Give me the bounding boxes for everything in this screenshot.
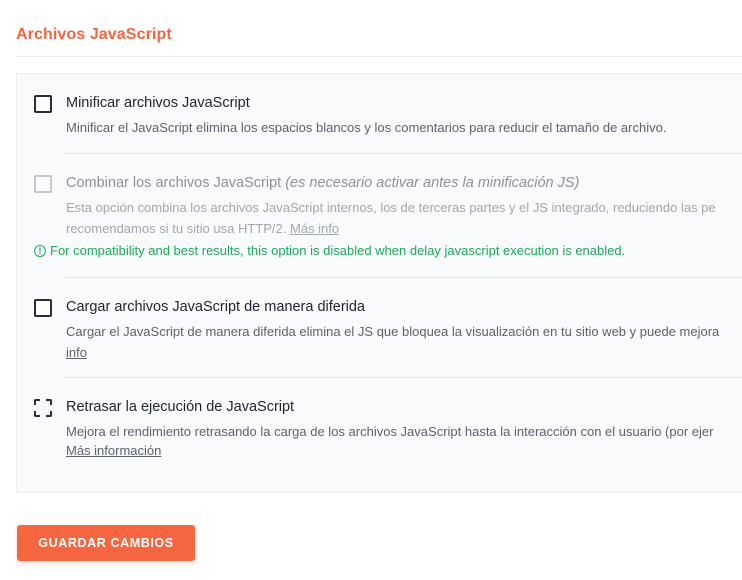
option-divider: [65, 377, 742, 378]
save-changes-button[interactable]: GUARDAR CAMBIOS: [17, 525, 195, 561]
delay-js-checkbox[interactable]: [34, 399, 52, 417]
defer-js-more-info-link[interactable]: info: [66, 345, 87, 360]
minify-js-checkbox[interactable]: [34, 95, 52, 113]
option-divider: [65, 277, 742, 278]
defer-js-checkbox[interactable]: [34, 299, 52, 317]
combine-js-checkbox[interactable]: [34, 175, 52, 193]
combine-js-description: Esta opción combina los archivos JavaScr…: [66, 200, 716, 215]
options-panel: Minificar archivos JavaScript Minificar …: [16, 73, 742, 493]
minify-js-description: Minificar el JavaScript elimina los espa…: [66, 120, 667, 135]
title-divider: [16, 56, 742, 57]
delay-js-description-2: Más información: [66, 440, 742, 462]
combine-js-label-note: (es necesario activar antes la minificac…: [285, 175, 580, 191]
minify-js-label[interactable]: Minificar archivos JavaScript: [66, 95, 250, 111]
defer-js-description: Cargar el JavaScript de manera diferida …: [66, 324, 720, 339]
combine-js-warning: ! For compatibility and best results, th…: [34, 243, 625, 258]
defer-js-label[interactable]: Cargar archivos JavaScript de manera dif…: [66, 299, 365, 315]
combine-js-description-text: recomendamos si tu sitio usa HTTP/2.: [66, 221, 287, 236]
combine-js-more-info-link[interactable]: Más info: [290, 221, 339, 236]
combine-js-warning-text: For compatibility and best results, this…: [50, 243, 626, 258]
info-circle-icon: !: [34, 244, 46, 257]
delay-js-label[interactable]: Retrasar la ejecución de JavaScript: [66, 399, 294, 415]
combine-js-label-text: Combinar los archivos JavaScript: [66, 175, 282, 191]
defer-js-description-2: info: [66, 342, 742, 364]
combine-js-description-2: recomendamos si tu sitio usa HTTP/2. Más…: [66, 218, 742, 240]
option-divider: [65, 153, 742, 154]
delay-js-more-info-link[interactable]: Más información: [66, 443, 161, 458]
combine-js-label: Combinar los archivos JavaScript (es nec…: [66, 175, 579, 191]
section-title: Archivos JavaScript: [16, 26, 172, 43]
